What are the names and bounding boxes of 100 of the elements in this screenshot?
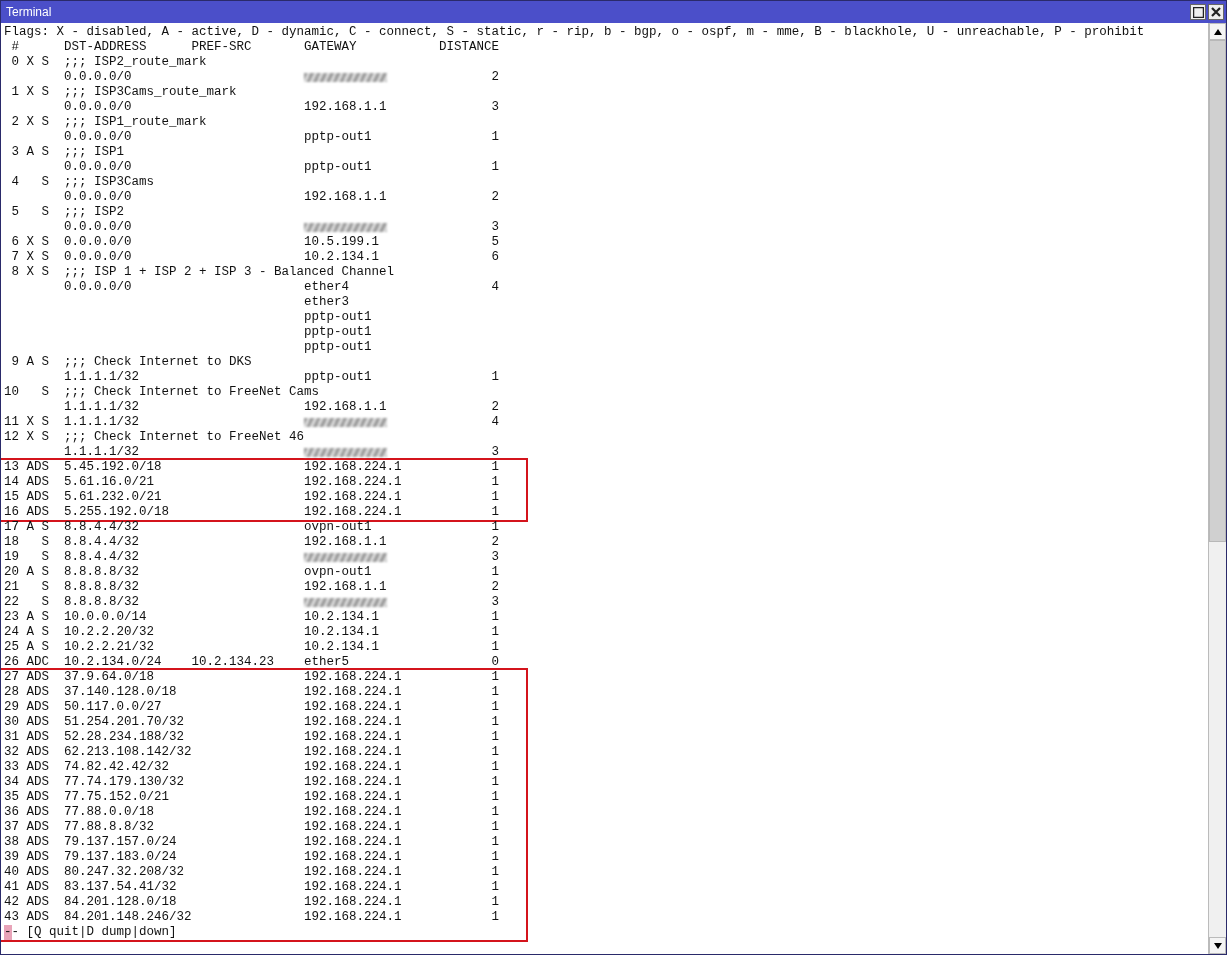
route-comment: ;;; Check Internet to FreeNet 46: [64, 430, 305, 445]
gateway: pptp-out1: [304, 340, 372, 355]
route-number: 7: [10, 250, 19, 265]
close-button[interactable]: [1208, 4, 1224, 20]
dst-address: 62.213.108.142/32: [64, 745, 192, 759]
route-flags: X S: [26, 250, 49, 265]
maximize-button[interactable]: [1190, 4, 1206, 20]
vertical-scrollbar[interactable]: [1208, 23, 1226, 954]
dst-address: 5.61.232.0/21: [64, 490, 162, 504]
distance: 3: [491, 220, 500, 235]
route-comment: ;;; ISP2: [64, 205, 124, 220]
route-flags: A S: [26, 625, 49, 640]
dst-address: 8.8.4.4/32: [64, 550, 139, 564]
dst-address: 0.0.0.0/0: [64, 250, 132, 264]
dst-address: 1.1.1.1/32: [64, 445, 139, 459]
gateway: 192.168.224.1: [304, 760, 402, 775]
route-flags: S: [40, 595, 49, 610]
dst-address: 52.28.234.188/32: [64, 730, 185, 744]
column-header: DST-ADDRESS: [64, 40, 148, 55]
route-flags: ADS: [26, 895, 49, 910]
dst-address: 0.0.0.0/0: [64, 220, 132, 234]
route-flags: A S: [26, 640, 49, 655]
gateway: 192.168.1.1: [304, 400, 387, 415]
distance: 1: [491, 625, 500, 640]
scrollbar-thumb[interactable]: [1209, 40, 1226, 542]
route-flags: A S: [26, 565, 49, 580]
route-flags: A S: [26, 610, 49, 625]
dst-address: 0.0.0.0/0: [64, 190, 132, 204]
route-flags: X S: [26, 55, 49, 70]
route-number: 31: [4, 730, 19, 745]
route-number: 35: [4, 790, 19, 805]
dst-address: 0.0.0.0/0: [64, 100, 132, 114]
column-header: GATEWAY: [304, 40, 358, 55]
gateway: 192.168.224.1: [304, 880, 402, 895]
route-flags: X S: [26, 430, 49, 445]
close-icon: [1211, 7, 1221, 17]
column-header: #: [10, 40, 19, 55]
gateway: 192.168.1.1: [304, 190, 387, 205]
pager-prompt: -- [Q quit|D dump|down]: [4, 925, 177, 940]
route-flags: X S: [26, 265, 49, 280]
distance: 1: [491, 880, 500, 895]
route-flags: ADS: [26, 775, 49, 790]
distance: 1: [491, 775, 500, 790]
distance: 1: [491, 865, 500, 880]
gateway: 10.2.134.1: [304, 250, 380, 265]
distance: 1: [491, 160, 500, 175]
route-flags: ADS: [26, 805, 49, 820]
route-flags: S: [40, 175, 49, 190]
route-number: 34: [4, 775, 19, 790]
route-number: 16: [4, 505, 19, 520]
gateway: 192.168.224.1: [304, 850, 402, 865]
dst-address: 0.0.0.0/0: [64, 70, 132, 84]
route-number: 21: [4, 580, 19, 595]
dst-address: 5.45.192.0/18: [64, 460, 162, 474]
scroll-down-button[interactable]: [1209, 937, 1226, 954]
route-number: 26: [4, 655, 19, 670]
column-header: PREF-SRC: [191, 40, 253, 55]
gateway: pptp-out1: [304, 325, 372, 340]
gateway: 192.168.224.1: [304, 490, 402, 505]
route-number: 0: [10, 55, 19, 70]
dst-address: 1.1.1.1/32: [64, 400, 139, 414]
dst-address: 83.137.54.41/32: [64, 880, 177, 894]
flags-legend: Flags: X - disabled, A - active, D - dynamic, C - connect, S - static, r - rip, b - bgp, o - ospf, m - mme, B - blackhole, U - unreachable, P - prohibit: [4, 25, 1145, 40]
dst-address: 5.255.192.0/18: [64, 505, 170, 519]
dst-address: 50.117.0.0/27: [64, 700, 162, 714]
distance: 1: [491, 490, 500, 505]
route-flags: A S: [26, 355, 49, 370]
distance: 1: [491, 685, 500, 700]
route-number: 39: [4, 850, 19, 865]
route-comment: ;;; ISP1: [64, 145, 124, 160]
distance: 1: [491, 700, 500, 715]
gateway: 192.168.224.1: [304, 835, 402, 850]
route-comment: ;;; ISP2_route_mark: [64, 55, 207, 70]
gateway: 10.2.134.1: [304, 625, 380, 640]
distance: 3: [491, 445, 500, 460]
dst-address: 84.201.128.0/18: [64, 895, 177, 909]
dst-address: 74.82.42.42/32: [64, 760, 170, 774]
down-arrow-icon: [1213, 942, 1222, 949]
route-flags: S: [40, 535, 49, 550]
dst-address: 0.0.0.0/0: [64, 160, 132, 174]
route-number: 8: [10, 265, 19, 280]
distance: 2: [491, 190, 500, 205]
distance: 1: [491, 790, 500, 805]
route-number: 1: [10, 85, 19, 100]
route-number: 41: [4, 880, 19, 895]
gateway: ether5: [304, 655, 350, 670]
route-number: 6: [10, 235, 19, 250]
distance: 4: [491, 280, 500, 295]
dst-address: 8.8.8.8/32: [64, 565, 139, 579]
distance: 1: [491, 730, 500, 745]
route-comment: ;;; Check Internet to DKS: [64, 355, 252, 370]
dst-address: 8.8.4.4/32: [64, 535, 139, 549]
distance: 3: [491, 595, 500, 610]
route-number: 18: [4, 535, 19, 550]
distance: 2: [491, 70, 500, 85]
route-number: 27: [4, 670, 19, 685]
scroll-up-button[interactable]: [1209, 23, 1226, 40]
route-flags: ADS: [26, 790, 49, 805]
gateway: ovpn-out1: [304, 520, 372, 535]
route-number: 9: [10, 355, 19, 370]
